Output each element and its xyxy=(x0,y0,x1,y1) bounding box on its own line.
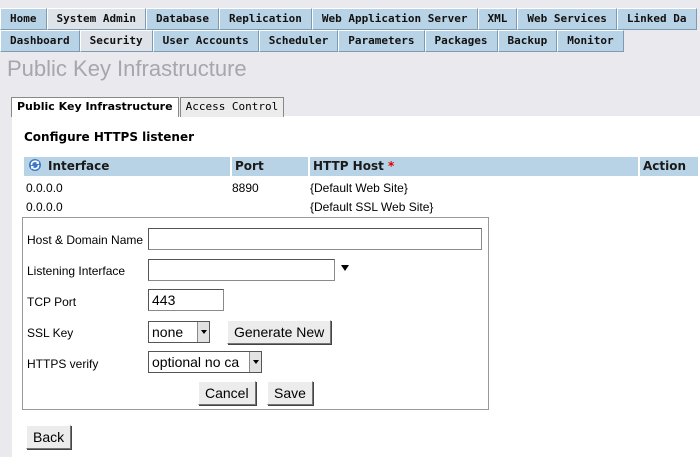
tcp-port-input[interactable]: 443 xyxy=(148,289,224,311)
column-http-host: HTTP Host * xyxy=(310,157,640,176)
ssl-key-select[interactable]: none xyxy=(148,321,210,343)
nav-tab-xml[interactable]: XML xyxy=(477,8,518,30)
section-title: Configure HTTPS listener xyxy=(24,130,195,144)
nav-tab-security[interactable]: Security xyxy=(79,30,153,52)
ssl-key-value: none xyxy=(152,324,184,340)
nav-tab-dashboard[interactable]: Dashboard xyxy=(0,30,80,52)
nav-tab-linked-data[interactable]: Linked Da xyxy=(616,8,697,30)
main-nav: Home System Admin Database Replication W… xyxy=(0,8,697,30)
refresh-icon[interactable] xyxy=(28,158,42,172)
nav-tab-monitor[interactable]: Monitor xyxy=(557,30,624,52)
save-button[interactable]: Save xyxy=(267,381,313,405)
listening-interface-input[interactable] xyxy=(148,259,335,281)
ssl-key-label: SSL Key xyxy=(27,326,74,340)
https-verify-label: HTTPS verify xyxy=(27,357,99,371)
nav-tab-replication[interactable]: Replication xyxy=(218,8,312,30)
required-mark: * xyxy=(388,159,395,173)
row2-interface: 0.0.0.0 xyxy=(26,200,63,214)
chevron-down-icon xyxy=(249,352,261,372)
back-button[interactable]: Back xyxy=(26,425,72,449)
nav-tab-web-application-server[interactable]: Web Application Server xyxy=(311,8,478,30)
sub-tabs: Public Key Infrastructure Access Control xyxy=(11,97,285,117)
nav-tab-packages[interactable]: Packages xyxy=(424,30,498,52)
interface-dropdown-arrow-icon[interactable] xyxy=(341,265,349,271)
https-verify-value: optional no ca xyxy=(152,354,240,370)
column-interface-label: Interface xyxy=(48,159,110,173)
nav-tab-web-services[interactable]: Web Services xyxy=(517,8,617,30)
host-domain-input[interactable] xyxy=(148,228,482,250)
nav-tab-home[interactable]: Home xyxy=(0,8,47,30)
nav-tab-user-accounts[interactable]: User Accounts xyxy=(152,30,259,52)
row1-host: {Default Web Site} xyxy=(310,181,408,195)
column-action: Action xyxy=(640,157,700,176)
nav-tab-database[interactable]: Database xyxy=(145,8,219,30)
sub-nav: Dashboard Security User Accounts Schedul… xyxy=(0,30,624,52)
listener-table-header: Interface Port HTTP Host * Action xyxy=(24,157,700,176)
cancel-button[interactable]: Cancel xyxy=(198,381,256,405)
generate-new-button[interactable]: Generate New xyxy=(227,320,332,344)
tcp-port-label: TCP Port xyxy=(27,295,77,309)
nav-tab-scheduler[interactable]: Scheduler xyxy=(258,30,339,52)
host-domain-label: Host & Domain Name xyxy=(27,233,144,247)
nav-tab-parameters[interactable]: Parameters xyxy=(338,30,425,52)
https-verify-select[interactable]: optional no ca xyxy=(148,351,262,373)
listening-interface-label: Listening Interface xyxy=(27,264,126,278)
row2-host: {Default SSL Web Site} xyxy=(310,200,434,214)
page-title: Public Key Infrastructure xyxy=(7,56,247,81)
tab-public-key-infrastructure[interactable]: Public Key Infrastructure xyxy=(11,97,179,117)
tab-access-control[interactable]: Access Control xyxy=(179,97,285,117)
row1-interface: 0.0.0.0 xyxy=(26,181,63,195)
column-http-host-label: HTTP Host xyxy=(313,159,384,173)
chevron-down-icon xyxy=(197,322,209,342)
nav-tab-system-admin[interactable]: System Admin xyxy=(46,8,146,30)
column-interface: Interface xyxy=(24,157,232,176)
nav-tab-backup[interactable]: Backup xyxy=(497,30,558,52)
row1-port: 8890 xyxy=(232,181,259,195)
column-port: Port xyxy=(232,157,310,176)
